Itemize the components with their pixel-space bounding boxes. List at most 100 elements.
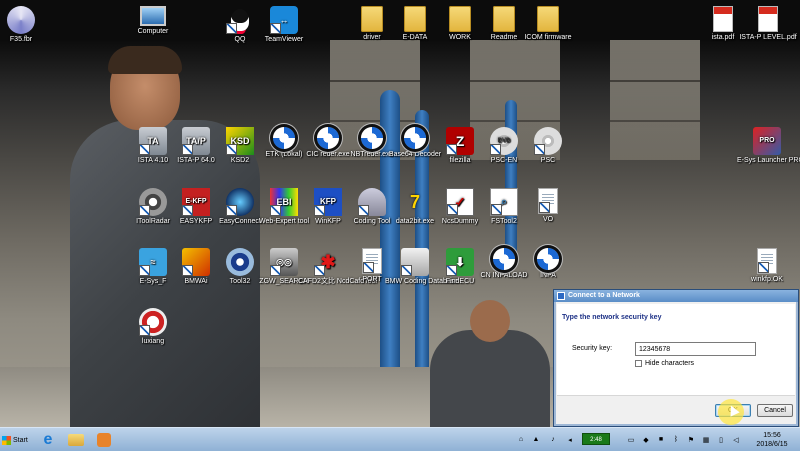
internet-explorer-icon[interactable]: e: [38, 431, 58, 449]
desktop-icon[interactable]: winkfp.OK: [737, 248, 797, 284]
dialog-title: Connect to a Network: [568, 292, 640, 299]
wallpaper-hose: [505, 100, 517, 260]
computer-icon: [140, 6, 166, 26]
icon-label: VO: [542, 216, 554, 223]
hide-characters-checkbox[interactable]: [635, 360, 642, 367]
cancel-button[interactable]: Cancel: [757, 404, 793, 417]
icon-label: INPA: [540, 272, 556, 279]
wallpaper-window: [610, 40, 700, 160]
wallpaper-mechanic: [70, 46, 260, 427]
security-key-input[interactable]: [635, 342, 756, 356]
network-tray-icon[interactable]: ⌂: [516, 434, 526, 445]
qq-icon: [226, 6, 254, 34]
folder-icon: [404, 6, 426, 32]
flag-tray-icon[interactable]: ⚑: [686, 434, 696, 445]
battery-indicator[interactable]: 2:48: [582, 433, 610, 445]
icon-label: winkfp.OK: [751, 276, 783, 283]
speaker-tray-icon[interactable]: ◂: [565, 434, 575, 445]
database-icon: [401, 248, 429, 276]
filezilla-icon: Z: [446, 127, 474, 155]
desktop-icon[interactable]: Computer: [123, 6, 183, 36]
teamviewer-icon: ↔: [270, 6, 298, 34]
green-tray-icon[interactable]: ■: [656, 434, 666, 445]
luxiang-icon: [139, 308, 167, 336]
easykfp-icon: E-KFP: [182, 188, 210, 216]
connect-network-dialog: Connect to a Network Type the network se…: [553, 289, 799, 427]
network-status-tray-icon[interactable]: ▦: [701, 434, 711, 445]
bmw-icon: [537, 248, 559, 270]
desktop-icon[interactable]: PRO E-Sys Launcher PRO: [737, 127, 800, 165]
desktop-icon[interactable]: PSC: [518, 127, 578, 165]
dialog-footer: OK Cancel: [557, 395, 795, 423]
esys-launcher-icon: PRO: [753, 127, 781, 155]
bmw-icon: [361, 127, 383, 149]
desktop-icon[interactable]: INPA: [518, 248, 578, 280]
pdf-icon: [713, 6, 733, 32]
document-icon: [362, 248, 382, 274]
winkfp-icon: KFP: [314, 188, 342, 216]
folder-icon: [361, 6, 383, 32]
volume-control-tray-icon[interactable]: ◁: [731, 434, 741, 445]
system-clock[interactable]: 15:56 2018/6/15: [752, 431, 792, 449]
zgw-search-icon: ◎◎: [270, 248, 298, 276]
file-explorer-icon[interactable]: [66, 431, 86, 449]
icon-label: PSC: [540, 157, 556, 164]
web-expert-icon: EBI: [270, 188, 298, 216]
icon-label: luxiang: [141, 338, 165, 345]
desktop-icon[interactable]: ISTA-P LEVEL.pdf: [738, 6, 798, 42]
keyboard-tray-icon[interactable]: ▭: [626, 434, 636, 445]
icon-label: TeamViewer: [264, 36, 304, 43]
hide-characters-row[interactable]: Hide characters: [635, 360, 694, 367]
findecu-icon: ⬇: [446, 248, 474, 276]
desktop-icon[interactable]: luxiang: [123, 308, 183, 346]
dialog-titlebar[interactable]: Connect to a Network: [554, 290, 798, 302]
itoolradar-icon: [139, 188, 167, 216]
network-icon: [557, 292, 565, 300]
desktop-icon[interactable]: F35.fbr: [0, 6, 51, 44]
ksd2-icon: KSD: [226, 127, 254, 155]
app-icon: [7, 6, 35, 34]
dialog-body: Type the network security key Security k…: [557, 304, 795, 423]
desktop-icon[interactable]: ↔ TeamViewer: [254, 6, 314, 44]
security-key-label: Security key:: [572, 345, 613, 352]
volume-tray-icon[interactable]: ♪: [548, 434, 558, 445]
dialog-heading: Type the network security key: [562, 314, 662, 321]
icon-label: E-Sys Launcher PRO: [737, 157, 800, 164]
clock-time: 15:56: [763, 432, 781, 439]
clock-date: 2018/6/15: [756, 441, 788, 448]
hide-characters-label: Hide characters: [645, 360, 695, 367]
desktop-icon[interactable]: ICOM firmware: [518, 6, 578, 42]
ista-p-icon: TA/P: [182, 127, 210, 155]
folder-icon: [449, 6, 471, 32]
dvd-icon: [534, 127, 562, 155]
document-icon: [757, 248, 777, 274]
pdf-icon: [758, 6, 778, 32]
ista-icon: TA: [139, 127, 167, 155]
wifi-tray-icon[interactable]: ▲: [531, 434, 541, 445]
ncsdummy-icon: ✓: [446, 188, 474, 216]
esys-icon: ≈: [139, 248, 167, 276]
icon-label: ISTA-P LEVEL.pdf: [739, 34, 797, 41]
bluetooth-tray-icon[interactable]: ᛒ: [671, 434, 681, 445]
folder-icon: [493, 6, 515, 32]
bmw-icon: [273, 127, 295, 149]
icon-label: ICOM firmware: [524, 34, 572, 41]
start-button[interactable]: Start: [2, 431, 34, 449]
desktop-icon[interactable]: VO: [518, 188, 578, 224]
power-tray-icon[interactable]: ▯: [716, 434, 726, 445]
tool32-icon: [226, 248, 254, 276]
icon-label: Computer: [137, 28, 169, 35]
data2bit-icon: 7: [409, 192, 420, 212]
easyconnect-icon: [226, 188, 254, 216]
bmwai-icon: [182, 248, 210, 276]
taskbar: Start e ⌂ ▲ ♪ ◂ 2:48 ▭ ◆ ■ ᛒ ⚑ ▦ ▯ ◁ 15:…: [0, 427, 800, 451]
media-player-icon[interactable]: [94, 431, 114, 449]
wallpaper-mechanic-2: [430, 300, 550, 427]
shield-tray-icon[interactable]: ◆: [641, 434, 651, 445]
folder-icon: [537, 6, 559, 32]
dvd-icon: DVD: [490, 127, 518, 155]
bmw-icon: [493, 248, 515, 270]
desktop: F35.fbr Computer QQ ↔ TeamViewer driver …: [0, 0, 800, 427]
bmw-icon: [404, 127, 426, 149]
document-icon: [538, 188, 558, 214]
